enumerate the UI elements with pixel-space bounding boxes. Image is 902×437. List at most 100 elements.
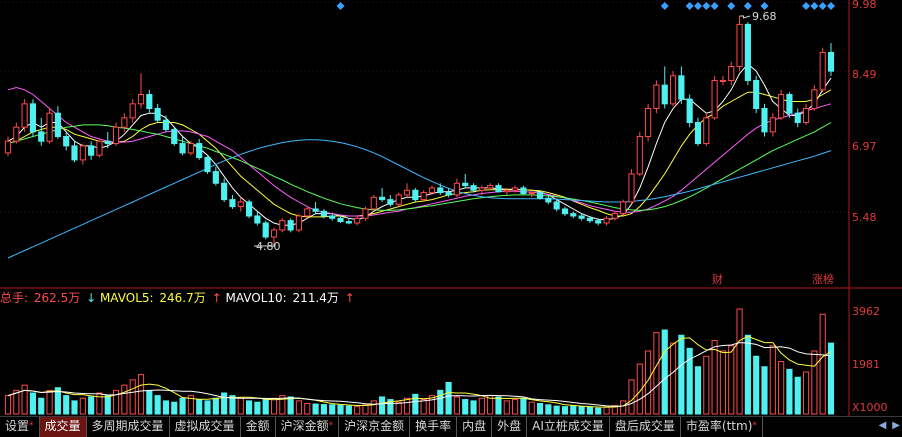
volume-bar-down	[445, 382, 452, 415]
volume-bar-up	[304, 403, 311, 415]
candle-up	[79, 145, 86, 161]
tab-after-hours-volume[interactable]: 盘后成交量	[610, 417, 681, 437]
candle-up	[354, 217, 361, 224]
volume-bar-down	[827, 342, 835, 415]
mavol10-value: 211.4万	[293, 291, 339, 305]
candle-down	[412, 189, 419, 201]
candle-up	[4, 140, 12, 154]
tab-label: 金额	[245, 419, 270, 433]
candle-up	[487, 185, 494, 189]
volume-bar-down	[437, 389, 444, 415]
volume-bar-down	[553, 405, 560, 415]
candle-down	[162, 119, 170, 131]
candle-down	[212, 171, 219, 184]
tab-amount[interactable]: 金额	[241, 417, 276, 437]
finance-marker: 财	[712, 272, 723, 286]
volume-bar-down	[595, 407, 602, 415]
candle-up	[769, 117, 776, 133]
volume-bar-up	[703, 355, 710, 415]
volume-bar-down	[204, 400, 211, 415]
tab-ai-volume[interactable]: AI立桩成交量	[527, 417, 610, 437]
tab-settings[interactable]: 设置*	[0, 417, 40, 437]
candle-up	[528, 192, 535, 195]
candle-down	[312, 208, 319, 212]
volume-bar-down	[320, 404, 327, 415]
volume-bar-up	[395, 401, 402, 415]
volume-bar-down	[570, 405, 577, 415]
scroll-right-icon[interactable]: ▶	[892, 417, 900, 435]
tab-virtual-volume[interactable]: 虚拟成交量	[170, 417, 241, 437]
volume-bar-down	[246, 400, 253, 415]
volume-bar-up	[653, 332, 660, 415]
tab-inner-volume[interactable]: 内盘	[457, 417, 493, 437]
price-tick-label: 6.97	[852, 140, 877, 153]
volume-bar-up	[21, 384, 28, 415]
volume-bar-down	[171, 401, 178, 415]
tab-volume[interactable]: 成交量	[39, 417, 87, 437]
candle-down	[470, 185, 477, 191]
volume-bar-up	[137, 374, 145, 415]
volume-tick-label: 1981	[852, 358, 880, 371]
candle-down	[29, 103, 37, 133]
volume-bar-up	[129, 379, 136, 415]
volume-bar-up	[121, 384, 128, 415]
candle-up	[636, 136, 643, 175]
tab-turnover-rate[interactable]: 换手率	[410, 417, 458, 437]
candle-down	[379, 196, 386, 201]
tab-label: 成交量	[44, 419, 81, 433]
volume-bar-up	[295, 400, 303, 415]
volume-bar-down	[694, 366, 702, 415]
candle-up	[96, 140, 103, 156]
candle-up	[645, 108, 652, 138]
volume-bar-up	[453, 396, 460, 415]
price-tick-label: 5.48	[852, 211, 877, 224]
candle-up	[279, 220, 286, 231]
volume-bar-down	[337, 404, 344, 415]
tab-label: 设置	[5, 419, 30, 433]
tab-sh-sz-amount[interactable]: 沪深金额*	[276, 417, 340, 437]
mavol5-value: 246.7万	[159, 291, 205, 305]
tab-multi-period-volume[interactable]: 多周期成交量	[87, 417, 170, 437]
volume-bar-up	[354, 406, 361, 415]
candle-down	[171, 129, 178, 145]
candle-up	[811, 89, 818, 110]
candle-up	[819, 51, 826, 91]
volume-bar-down	[287, 396, 294, 415]
candle-down	[104, 140, 111, 145]
candle-up	[453, 182, 460, 196]
candle-up	[611, 213, 618, 219]
candle-down	[744, 23, 751, 81]
volume-bar-down	[179, 397, 186, 415]
candle-down	[337, 217, 344, 223]
tab-pe-ttm[interactable]: 市盈率(ttm)*	[681, 417, 763, 437]
candle-up	[237, 201, 244, 208]
tab-label: 内盘	[462, 419, 487, 433]
volume-bar-up	[728, 345, 735, 415]
candle-up	[362, 208, 369, 219]
candle-down	[678, 75, 685, 100]
candle-up	[620, 201, 627, 215]
candle-up	[703, 117, 710, 145]
tab-outer-volume[interactable]: 外盘	[492, 417, 528, 437]
kline-chart[interactable]: 9.98 8.49 6.97 5.48 3962 1981 X1000 9.68…	[0, 0, 902, 416]
mavol5-label: MAVOL5:	[100, 291, 154, 305]
volume-bar-up	[270, 397, 278, 415]
volume-bar-down	[545, 404, 552, 415]
scroll-left-icon[interactable]: ◀	[879, 417, 887, 435]
candle-down	[545, 197, 552, 203]
candle-up	[512, 187, 519, 191]
candle-down	[196, 143, 203, 159]
candle-up	[420, 192, 427, 201]
candle-down	[387, 199, 394, 205]
volume-bar-up	[769, 345, 776, 415]
candle-up	[395, 194, 402, 205]
candle-down	[661, 84, 668, 105]
candle-down	[495, 185, 502, 193]
volume-bar-up	[711, 340, 718, 415]
volume-bar-down	[329, 404, 336, 415]
tab-sh-sz-bj-amount[interactable]: 沪深京金额	[339, 417, 411, 437]
tab-label: 换手率	[415, 419, 452, 433]
candle-up	[187, 143, 194, 154]
candle-up	[129, 103, 136, 119]
candle-down	[753, 79, 760, 110]
